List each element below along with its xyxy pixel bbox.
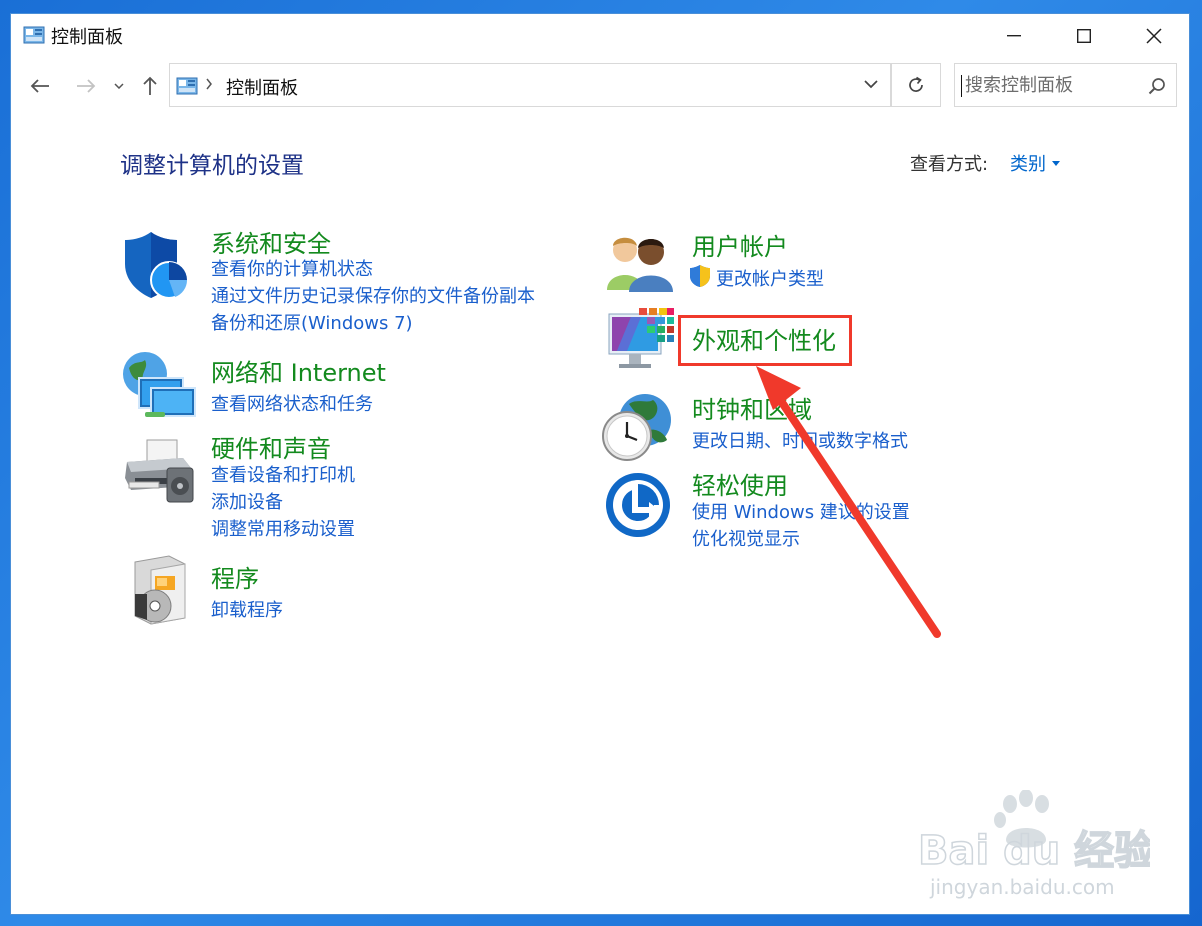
address-bar[interactable]: 控制面板: [169, 63, 891, 107]
personalization-icon[interactable]: [607, 308, 675, 374]
view-by-value: 类别: [1010, 154, 1046, 175]
category-title-hardware-sound[interactable]: 硬件和声音: [211, 429, 331, 464]
maximize-icon: [1077, 29, 1091, 43]
link-change-date-time-format[interactable]: 更改日期、时间或数字格式: [692, 427, 908, 453]
recent-locations-button[interactable]: [111, 72, 127, 100]
printer-icon[interactable]: [121, 438, 197, 504]
window-title: 控制面板: [51, 27, 123, 48]
watermark-brand: Bai du 经验: [918, 828, 1150, 874]
close-button[interactable]: [1119, 14, 1189, 58]
category-title-network-internet[interactable]: 网络和 Internet: [211, 353, 386, 388]
link-optimize-visual-display[interactable]: 优化视觉显示: [692, 525, 800, 551]
category-title-user-accounts[interactable]: 用户帐户: [692, 227, 788, 262]
title-bar: 控制面板: [11, 14, 1189, 58]
link-network-status[interactable]: 查看网络状态和任务: [211, 390, 373, 416]
text-caret: [961, 75, 962, 97]
link-file-history-backup[interactable]: 通过文件历史记录保存你的文件备份副本: [211, 282, 535, 308]
back-button[interactable]: [27, 72, 53, 100]
forward-button[interactable]: [73, 72, 99, 100]
caret-down-icon: [1052, 160, 1060, 166]
category-title-system-security[interactable]: 系统和安全: [211, 224, 331, 259]
search-input[interactable]: [965, 72, 1135, 98]
shield-icon[interactable]: [123, 230, 191, 300]
link-view-computer-status[interactable]: 查看你的计算机状态: [211, 255, 373, 281]
chevron-right-icon: [206, 78, 212, 90]
minimize-icon: [1007, 35, 1021, 37]
close-icon: [1146, 28, 1162, 44]
control-panel-window: 控制面板 控制面板 搜索控制面板 调整计算机的设置 查看方式: 类别 系统和安全…: [11, 14, 1189, 914]
search-box[interactable]: [954, 63, 1177, 107]
arrow-right-icon: [77, 79, 96, 93]
link-uninstall-program[interactable]: 卸载程序: [211, 596, 283, 622]
link-add-device[interactable]: 添加设备: [211, 488, 283, 514]
uac-shield-icon: [690, 265, 710, 287]
search-icon[interactable]: [1148, 77, 1166, 95]
link-mobility-settings[interactable]: 调整常用移动设置: [211, 515, 355, 541]
refresh-icon: [909, 76, 923, 92]
annotation-highlight-box: [678, 315, 852, 366]
view-by-dropdown[interactable]: 类别: [1010, 150, 1060, 176]
link-backup-restore[interactable]: 备份和还原(Windows 7): [211, 309, 413, 335]
chevron-down-icon: [114, 83, 124, 89]
minimize-button[interactable]: [979, 14, 1049, 58]
category-title-ease-of-access[interactable]: 轻松使用: [692, 466, 788, 501]
ease-of-access-icon[interactable]: [605, 472, 671, 538]
control-panel-icon: [23, 26, 45, 44]
category-title-clock-region[interactable]: 时钟和区域: [692, 390, 812, 425]
breadcrumb[interactable]: 控制面板: [226, 74, 298, 100]
up-button[interactable]: [139, 72, 161, 100]
page-title: 调整计算机的设置: [120, 153, 304, 179]
programs-icon[interactable]: [129, 554, 189, 626]
refresh-button[interactable]: [891, 63, 941, 107]
link-windows-suggested-settings[interactable]: 使用 Windows 建议的设置: [692, 498, 910, 524]
baidu-jingyan-watermark: Bai du 经验 jingyan.baidu.com: [917, 790, 1150, 899]
watermark-url: jingyan.baidu.com: [929, 875, 1115, 899]
maximize-button[interactable]: [1049, 14, 1119, 58]
arrow-up-icon: [143, 76, 157, 95]
clock-globe-icon[interactable]: [601, 390, 673, 462]
category-title-programs[interactable]: 程序: [211, 559, 259, 594]
users-icon[interactable]: [605, 232, 673, 292]
network-icon[interactable]: [121, 350, 197, 420]
control-panel-icon: [176, 77, 198, 95]
navigation-bar: 控制面板: [11, 62, 1189, 110]
chevron-down-icon[interactable]: [864, 80, 878, 89]
view-by-label: 查看方式:: [910, 154, 989, 175]
arrow-left-icon: [30, 79, 49, 93]
link-change-account-type[interactable]: 更改帐户类型: [716, 265, 824, 291]
link-devices-printers[interactable]: 查看设备和打印机: [211, 461, 355, 487]
